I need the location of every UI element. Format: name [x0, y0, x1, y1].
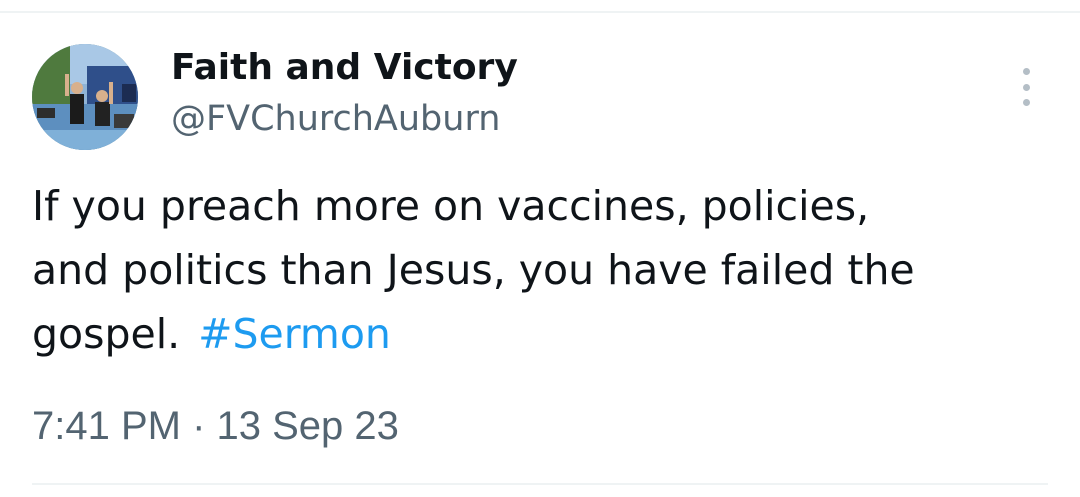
tweet-text: If you preach more on vaccines, policies…	[32, 174, 1042, 366]
tweet-text-line: and politics than Jesus, you have failed…	[32, 246, 915, 294]
more-vertical-icon-dot	[1022, 83, 1030, 91]
more-vertical-icon	[1022, 68, 1030, 75]
tweet-text-line: If you preach more on vaccines, policies…	[32, 182, 870, 230]
hashtag-link[interactable]: #Sermon	[198, 310, 391, 358]
author-display-name[interactable]: Faith and Victory	[171, 46, 518, 90]
bottom-divider	[32, 483, 1048, 485]
more-options-button[interactable]	[1010, 68, 1042, 106]
avatar-photo-icon	[32, 44, 138, 150]
tweet-text-line-last: gospel. #Sermon	[32, 302, 1042, 366]
more-vertical-icon-dot	[1022, 99, 1030, 106]
tweet-timestamp[interactable]: 7:41 PM · 13 Sep 23	[32, 402, 399, 450]
top-divider	[0, 11, 1080, 13]
author-handle[interactable]: @FVChurchAuburn	[171, 98, 500, 140]
author-avatar[interactable]	[32, 44, 138, 150]
tweet-text-line: gospel.	[32, 310, 181, 358]
